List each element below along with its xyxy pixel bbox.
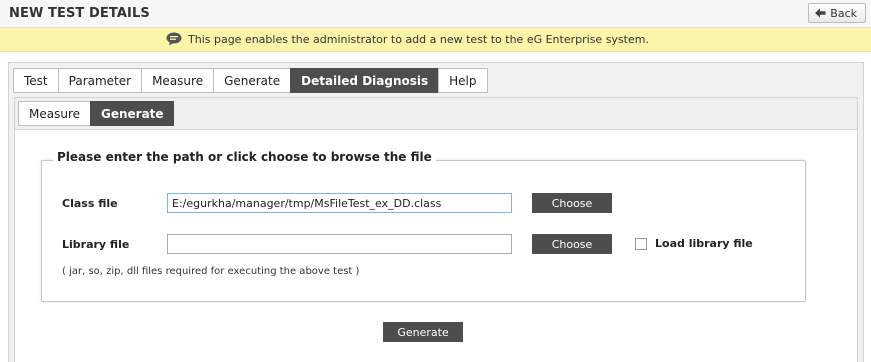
library-file-choose-button[interactable]: Choose bbox=[532, 234, 612, 254]
tab-generate[interactable]: Generate bbox=[213, 68, 291, 93]
subtab-generate[interactable]: Generate bbox=[90, 101, 174, 126]
info-bar: This page enables the administrator to a… bbox=[0, 28, 871, 52]
header-bar: NEW TEST DETAILS Back bbox=[0, 0, 871, 28]
back-button-label: Back bbox=[830, 6, 857, 20]
library-file-label: Library file bbox=[62, 238, 130, 251]
tab-help[interactable]: Help bbox=[438, 68, 488, 93]
sub-tab-bar: Measure Generate bbox=[18, 101, 174, 126]
tab-measure[interactable]: Measure bbox=[141, 68, 214, 93]
speech-bubble-icon bbox=[166, 32, 182, 49]
detailed-diagnosis-panel: Measure Generate Please enter the path o… bbox=[14, 97, 858, 362]
tab-detailed-diagnosis[interactable]: Detailed Diagnosis bbox=[290, 68, 439, 93]
main-tab-bar: Test Parameter Measure Generate Detailed… bbox=[13, 68, 488, 93]
file-types-note: ( jar, so, zip, dll files required for e… bbox=[62, 266, 360, 277]
load-library-checkbox[interactable] bbox=[635, 238, 647, 250]
tab-parameter[interactable]: Parameter bbox=[57, 68, 142, 93]
back-button[interactable]: Back bbox=[808, 3, 866, 23]
info-message: This page enables the administrator to a… bbox=[188, 33, 649, 46]
sub-tab-header: Measure Generate bbox=[15, 98, 857, 130]
file-upload-fieldset: Please enter the path or click choose to… bbox=[41, 150, 806, 302]
page-title: NEW TEST DETAILS bbox=[9, 6, 150, 21]
class-file-input[interactable] bbox=[167, 193, 512, 213]
library-file-input[interactable] bbox=[167, 234, 512, 254]
subtab-measure[interactable]: Measure bbox=[18, 101, 90, 126]
main-panel: Test Parameter Measure Generate Detailed… bbox=[8, 62, 864, 362]
class-file-choose-button[interactable]: Choose bbox=[532, 193, 612, 213]
class-file-label: Class file bbox=[62, 197, 118, 210]
generate-button[interactable]: Generate bbox=[383, 322, 463, 342]
fieldset-legend: Please enter the path or click choose to… bbox=[53, 150, 436, 164]
tab-test[interactable]: Test bbox=[13, 68, 58, 93]
back-arrow-icon bbox=[815, 8, 826, 18]
load-library-label: Load library file bbox=[655, 237, 753, 250]
